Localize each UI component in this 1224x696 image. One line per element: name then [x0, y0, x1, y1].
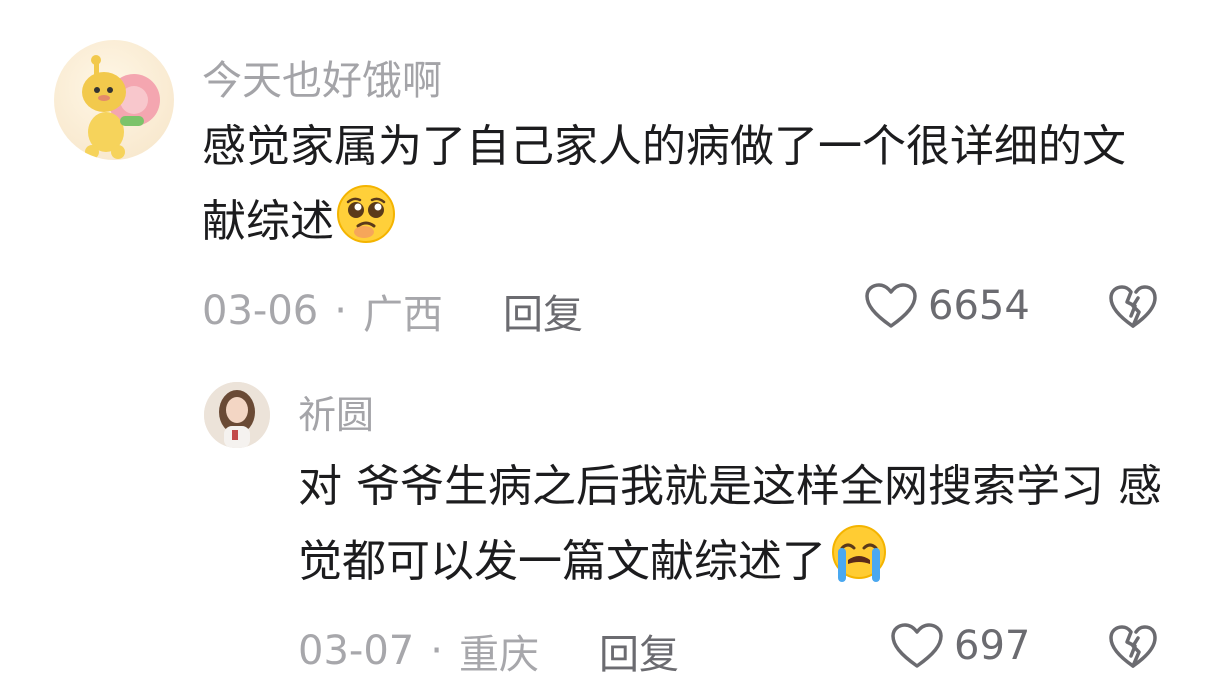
dislike-button[interactable] — [1108, 284, 1158, 334]
comment-date: 03-07 — [298, 628, 415, 674]
comment-text: 对 爷爷生病之后我就是这样全网搜索学习 感觉都可以发一篇文献综述了 — [298, 452, 1178, 608]
comment-meta: 03-07 · 重庆 回复 — [298, 622, 679, 680]
like-button[interactable]: 697 — [890, 622, 1030, 670]
broken-heart-icon — [1109, 625, 1157, 668]
broken-heart-icon — [1109, 285, 1157, 328]
heart-outline-icon — [891, 623, 943, 668]
comment-date: 03-06 — [202, 288, 319, 334]
pleading-face-icon — [334, 182, 398, 267]
like-count: 697 — [954, 623, 1031, 669]
avatar[interactable] — [54, 40, 174, 160]
heart-outline-icon — [865, 283, 917, 328]
meta-separator: · — [334, 288, 347, 334]
comment-location: 重庆 — [458, 632, 539, 678]
loudly-crying-face-icon — [826, 522, 892, 607]
comment-meta: 03-06 · 广西 回复 — [202, 282, 583, 340]
dislike-button[interactable] — [1108, 624, 1158, 674]
avatar[interactable] — [204, 382, 270, 448]
reply-button[interactable]: 回复 — [503, 282, 583, 340]
comment-location: 广西 — [362, 292, 443, 338]
meta-separator: · — [430, 628, 443, 674]
comment-author[interactable]: 祈圆 — [298, 384, 374, 439]
avatar-illustration-icon — [82, 55, 160, 159]
comment-text: 感觉家属为了自己家人的病做了一个很详细的文献综述 — [202, 112, 1162, 268]
comment-author[interactable]: 今天也好饿啊 — [202, 48, 442, 106]
like-button[interactable]: 6654 — [864, 282, 1030, 330]
avatar-photo-icon — [204, 382, 270, 448]
like-count: 6654 — [928, 283, 1030, 329]
reply-button[interactable]: 回复 — [599, 622, 679, 680]
comment-text-content: 对 爷爷生病之后我就是这样全网搜索学习 感觉都可以发一篇文献综述了 — [298, 461, 1162, 588]
